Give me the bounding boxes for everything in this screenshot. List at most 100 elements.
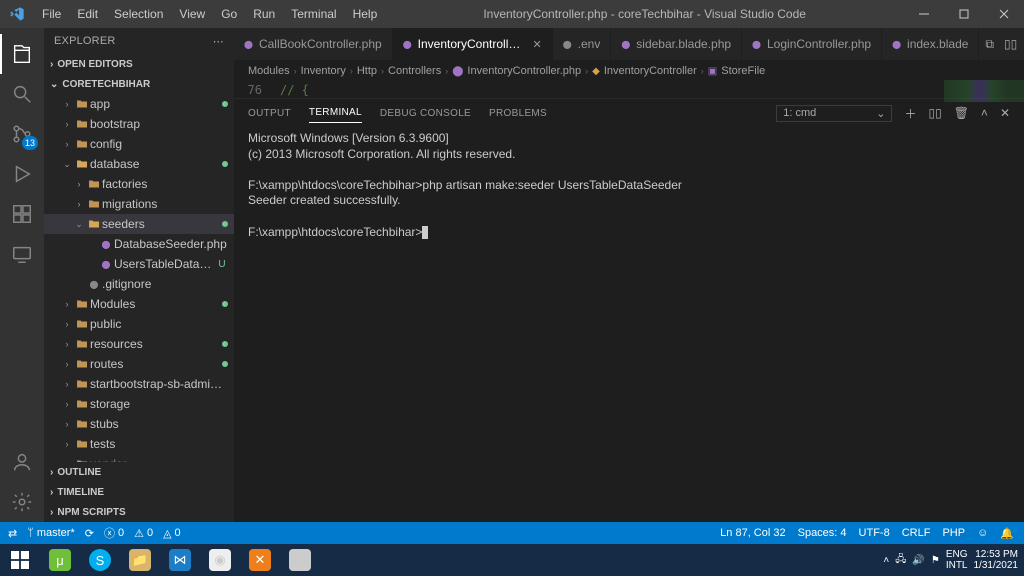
editor-tab[interactable]: ⬤CallBookController.php <box>234 28 393 60</box>
maximize-button[interactable] <box>944 0 984 28</box>
terminal-split-icon[interactable]: ▯▯ <box>928 106 941 120</box>
section-timeline[interactable]: ›TIMELINE <box>44 482 234 502</box>
status-spaces[interactable]: Spaces: 4 <box>798 527 847 539</box>
system-tray[interactable]: ˄ 🖧 🔊 ⚑ ENG INTL 12:53 PM 1/31/2021 <box>883 549 1024 571</box>
menu-terminal[interactable]: Terminal <box>283 7 344 21</box>
status-feedback-icon[interactable]: ☺ <box>977 527 988 539</box>
tree-folder[interactable]: ›vendor <box>44 454 234 462</box>
editor-tab[interactable]: ⬤LoginController.php <box>742 28 882 60</box>
taskbar-chrome[interactable]: ◉ <box>200 544 240 576</box>
breadcrumb[interactable]: Modules› Inventory› Http› Controllers› ⬤… <box>234 60 1024 82</box>
tree-folder[interactable]: ›tests <box>44 434 234 454</box>
terminal-new-icon[interactable]: ＋ <box>904 105 916 122</box>
breadcrumb-item[interactable]: StoreFile <box>721 65 765 77</box>
code-line[interactable]: 76 // { <box>234 82 1024 98</box>
status-branch[interactable]: ᛘ master* <box>27 527 75 539</box>
menu-help[interactable]: Help <box>345 7 386 21</box>
status-eol[interactable]: CRLF <box>902 527 931 539</box>
minimap[interactable] <box>944 80 1024 102</box>
split-editor-icon[interactable]: ▯▯ <box>1004 37 1017 51</box>
breadcrumb-item[interactable]: Controllers <box>388 65 441 77</box>
taskbar-file-explorer[interactable]: 📁 <box>120 544 160 576</box>
panel-tab-problems[interactable]: PROBLEMS <box>489 104 547 123</box>
menu-edit[interactable]: Edit <box>69 7 106 21</box>
section-npm-scripts[interactable]: ›NPM SCRIPTS <box>44 502 234 522</box>
section-outline[interactable]: ›OUTLINE <box>44 462 234 482</box>
terminal-kill-icon[interactable]: 🗑 <box>954 106 969 120</box>
taskbar-chrome-canary[interactable]: ◉ <box>280 544 320 576</box>
status-encoding[interactable]: UTF-8 <box>859 527 890 539</box>
tree-folder[interactable]: ›Modules <box>44 294 234 314</box>
tree-file[interactable]: ⬤DatabaseSeeder.php <box>44 234 234 254</box>
tray-up-icon[interactable]: ˄ <box>883 555 889 566</box>
editor-tab[interactable]: ⬤index.blade <box>882 28 979 60</box>
menu-go[interactable]: Go <box>213 7 245 21</box>
terminal-body[interactable]: Microsoft Windows [Version 6.3.9600] (c)… <box>234 127 1024 522</box>
menu-view[interactable]: View <box>171 7 213 21</box>
menu-selection[interactable]: Selection <box>106 7 171 21</box>
taskbar-vscode[interactable]: ⋈ <box>160 544 200 576</box>
breadcrumb-item[interactable]: Http <box>357 65 377 77</box>
editor-tab[interactable]: ⬤.env <box>553 28 612 60</box>
menu-file[interactable]: File <box>34 7 69 21</box>
tree-folder[interactable]: ›migrations <box>44 194 234 214</box>
tree-folder[interactable]: ›routes <box>44 354 234 374</box>
status-language[interactable]: PHP <box>942 527 965 539</box>
status-sync-icon[interactable]: ⟳ <box>85 527 94 540</box>
status-problems[interactable]: ◬ 0 <box>163 527 181 540</box>
tree-folder[interactable]: ›public <box>44 314 234 334</box>
editor-tab[interactable]: ⬤InventoryController.php✕ <box>393 28 553 60</box>
start-button[interactable] <box>0 544 40 576</box>
tree-folder[interactable]: ›stubs <box>44 414 234 434</box>
panel-tab-output[interactable]: OUTPUT <box>248 104 291 123</box>
panel-tab-debug[interactable]: DEBUG CONSOLE <box>380 104 471 123</box>
status-bell-icon[interactable]: 🔔 <box>1000 527 1014 540</box>
tab-close-icon[interactable]: ✕ <box>532 38 541 51</box>
activity-search-icon[interactable] <box>0 74 44 114</box>
section-project[interactable]: ⌄CORETECHBIHAR <box>44 74 234 94</box>
tray-network-icon[interactable]: 🖧 <box>895 552 906 569</box>
status-lncol[interactable]: Ln 87, Col 32 <box>720 527 785 539</box>
panel-tab-terminal[interactable]: TERMINAL <box>309 103 362 123</box>
taskbar-xampp[interactable]: ✕ <box>240 544 280 576</box>
menu-run[interactable]: Run <box>245 7 283 21</box>
breadcrumb-item[interactable]: Inventory <box>301 65 346 77</box>
breadcrumb-item[interactable]: Modules <box>248 65 290 77</box>
tree-folder[interactable]: ›resources <box>44 334 234 354</box>
status-remote-icon[interactable]: ⇄ <box>8 527 17 540</box>
tree-file[interactable]: ⬤UsersTableDataSeeder.phpU <box>44 254 234 274</box>
panel-maximize-icon[interactable]: ˄ <box>981 106 988 120</box>
activity-remote-icon[interactable] <box>0 234 44 274</box>
tray-sound-icon[interactable]: 🔊 <box>912 555 924 566</box>
section-open-editors[interactable]: ›OPEN EDITORS <box>44 54 234 74</box>
breadcrumb-item[interactable]: InventoryController.php <box>467 65 581 77</box>
terminal-picker[interactable]: 1: cmd⌄ <box>776 105 892 122</box>
activity-extensions-icon[interactable] <box>0 194 44 234</box>
activity-account-icon[interactable] <box>0 442 44 482</box>
tree-folder[interactable]: ›app <box>44 94 234 114</box>
tray-flag-icon[interactable]: ⚑ <box>931 555 940 566</box>
status-warnings[interactable]: ⚠ 0 <box>134 527 153 540</box>
taskbar-utorrent[interactable]: μ <box>40 544 80 576</box>
editor-tab[interactable]: ⬤sidebar.blade.php <box>611 28 742 60</box>
tray-clock[interactable]: 12:53 PM 1/31/2021 <box>974 549 1019 571</box>
tree-folder[interactable]: ⌄database <box>44 154 234 174</box>
breadcrumb-item[interactable]: InventoryController <box>604 65 697 77</box>
tree-folder[interactable]: ›bootstrap <box>44 114 234 134</box>
tree-folder[interactable]: ›config <box>44 134 234 154</box>
taskbar-skype[interactable]: S <box>80 544 120 576</box>
activity-debug-icon[interactable] <box>0 154 44 194</box>
tree-folder[interactable]: ›factories <box>44 174 234 194</box>
minimize-button[interactable] <box>904 0 944 28</box>
close-button[interactable] <box>984 0 1024 28</box>
activity-explorer-icon[interactable] <box>0 34 44 74</box>
panel-close-icon[interactable]: ✕ <box>1000 106 1010 120</box>
tray-lang1[interactable]: ENG <box>946 549 968 560</box>
tree-folder[interactable]: ›startbootstrap-sb-admin-gh-pages <box>44 374 234 394</box>
activity-settings-icon[interactable] <box>0 482 44 522</box>
status-errors[interactable]: ⓧ 0 <box>104 525 124 541</box>
tree-folder[interactable]: ⌄seeders <box>44 214 234 234</box>
compare-icon[interactable]: ⧉ <box>985 37 994 52</box>
tree-file[interactable]: ⬤.gitignore <box>44 274 234 294</box>
tree-folder[interactable]: ›storage <box>44 394 234 414</box>
